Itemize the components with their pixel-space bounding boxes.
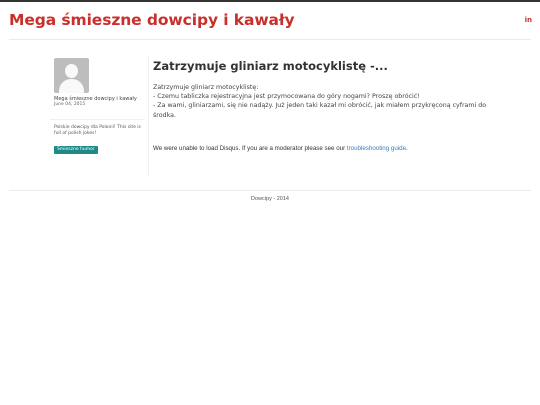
linkedin-icon[interactable]: in <box>525 16 532 24</box>
disqus-message: We were unable to load Disqus. If you ar… <box>153 145 347 152</box>
column-divider <box>148 56 149 176</box>
header-divider <box>9 39 531 40</box>
avatar-shoulders-shape <box>59 79 84 93</box>
site-description: Polskie dowcipy dla Polonii! This site i… <box>54 125 141 136</box>
top-bar <box>0 0 540 2</box>
sidebar-divider <box>50 119 145 120</box>
footer-text: Dowcipy - 2014 <box>251 196 289 202</box>
post-line: Zatrzymuje gliniarz motocyklistę: <box>153 84 259 91</box>
post-line: - Za wami, gliniarzami, się nie nadąży. … <box>153 102 487 119</box>
footer-divider <box>9 190 531 191</box>
author-avatar <box>54 58 89 93</box>
post-title: Zatrzymuje gliniarz motocyklistę -... <box>153 59 388 73</box>
post-date: June 04, 2015 <box>54 102 86 107</box>
disqus-suffix: . <box>406 145 408 152</box>
troubleshooting-link[interactable]: troubleshooting guide <box>347 145 406 152</box>
post-line: - Czemu tabliczka rejestracyjna jest prz… <box>153 93 420 101</box>
disqus-error: We were unable to load Disqus. If you ar… <box>153 145 408 152</box>
tag-button[interactable]: Śmieszne humor <box>54 146 98 154</box>
site-title-link[interactable]: Mega śmieszne dowcipy i kawały <box>9 11 295 29</box>
post-body: Zatrzymuje gliniarz motocyklistę: - Czem… <box>153 83 493 120</box>
avatar-head-shape <box>65 64 78 78</box>
